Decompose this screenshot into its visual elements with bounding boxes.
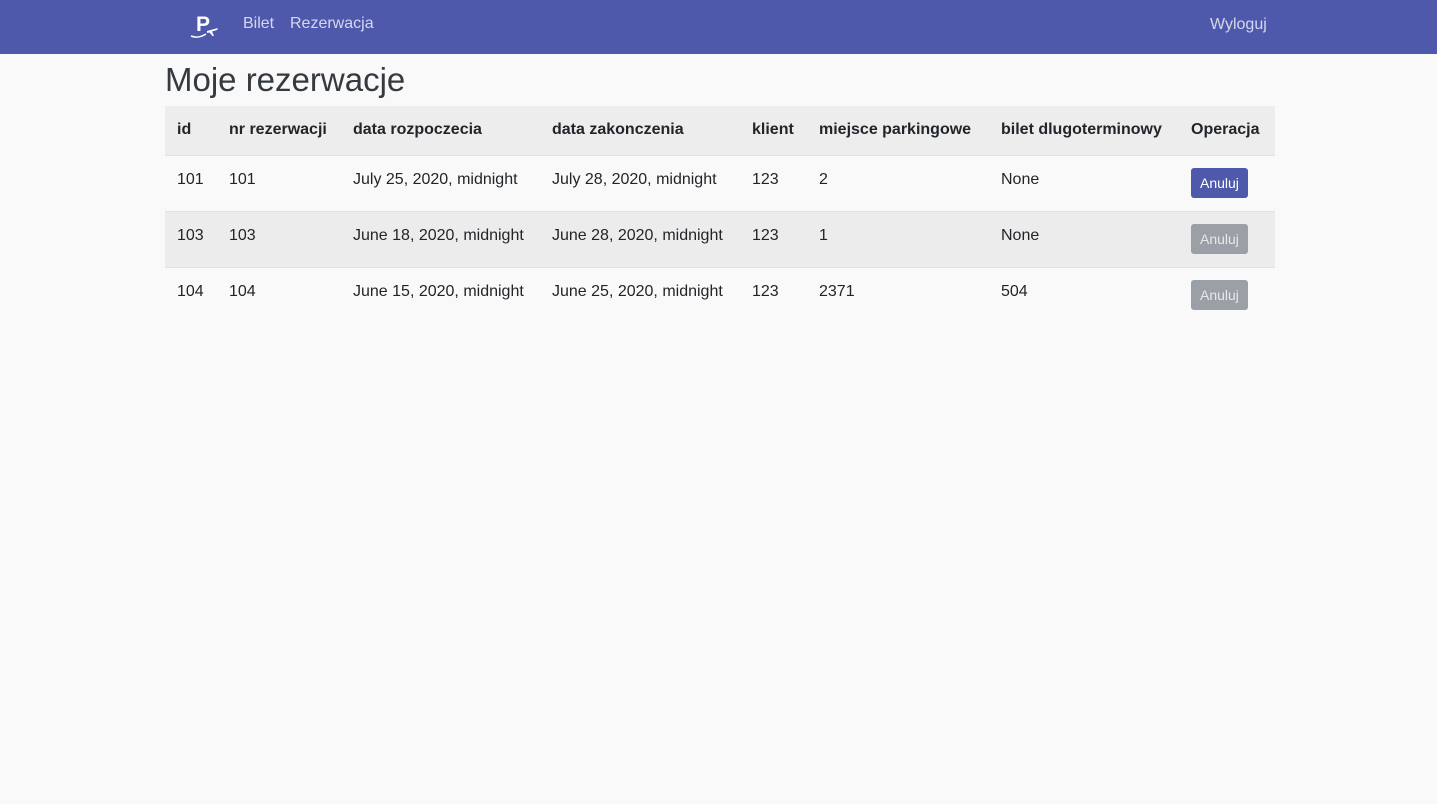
table-row: 104 104 June 15, 2020, midnight June 25,…: [165, 267, 1275, 323]
cell-end-date: June 28, 2020, midnight: [552, 226, 723, 244]
cell-client: 123: [752, 226, 779, 244]
cancel-reservation-button[interactable]: Anuluj: [1191, 167, 1248, 198]
cell-parking-spot: 2371: [819, 282, 855, 300]
header-reservation-number: nr rezerwacji: [229, 121, 327, 139]
nav-link-rezerwacja[interactable]: Rezerwacja: [290, 15, 374, 33]
header-id: id: [177, 121, 192, 139]
table-row: 103 103 June 18, 2020, midnight June 28,…: [165, 211, 1275, 267]
header-client: klient: [752, 121, 794, 139]
cell-reservation-number: 104: [229, 282, 256, 300]
parking-plane-logo-icon[interactable]: P: [188, 12, 220, 40]
top-navbar: P Bilet Rezerwacja Wyloguj: [0, 0, 1437, 54]
cell-end-date: July 28, 2020, midnight: [552, 170, 717, 188]
cell-start-date: June 18, 2020, midnight: [353, 226, 524, 244]
cancel-reservation-button-disabled: Anuluj: [1191, 279, 1248, 310]
cell-operation: Anuluj: [1179, 155, 1275, 211]
cell-reservation-number: 103: [229, 226, 256, 244]
cell-client: 123: [752, 282, 779, 300]
cell-start-date: June 15, 2020, midnight: [353, 282, 524, 300]
cell-long-term-ticket: None: [1001, 226, 1040, 244]
table-row: 101 101 July 25, 2020, midnight July 28,…: [165, 155, 1275, 211]
reservations-table: id nr rezerwacji data rozpoczecia data z…: [165, 106, 1275, 323]
cancel-reservation-button-disabled: Anuluj: [1191, 223, 1248, 254]
cell-end-date: June 25, 2020, midnight: [552, 282, 723, 300]
cell-reservation-number: 101: [229, 170, 256, 188]
cell-id: 101: [177, 170, 204, 188]
cell-client: 123: [752, 170, 779, 188]
page-title: Moje rezerwacje: [165, 61, 406, 98]
cell-long-term-ticket: 504: [1001, 282, 1028, 300]
cell-operation: Anuluj: [1179, 211, 1275, 267]
header-end-date: data zakonczenia: [552, 121, 684, 139]
cell-parking-spot: 2: [819, 170, 828, 188]
table-header-row: id nr rezerwacji data rozpoczecia data z…: [165, 106, 1275, 155]
nav-link-bilet[interactable]: Bilet: [243, 15, 274, 33]
cell-operation: Anuluj: [1179, 267, 1275, 323]
header-start-date: data rozpoczecia: [353, 121, 482, 139]
cell-parking-spot: 1: [819, 226, 828, 244]
cell-id: 104: [177, 282, 204, 300]
cell-start-date: July 25, 2020, midnight: [353, 170, 518, 188]
logout-link[interactable]: Wyloguj: [1210, 16, 1267, 34]
cell-long-term-ticket: None: [1001, 170, 1040, 188]
header-long-term-ticket: bilet dlugoterminowy: [1001, 121, 1162, 139]
header-operation: Operacja: [1191, 121, 1260, 139]
cell-id: 103: [177, 226, 204, 244]
header-parking-spot: miejsce parkingowe: [819, 121, 972, 139]
